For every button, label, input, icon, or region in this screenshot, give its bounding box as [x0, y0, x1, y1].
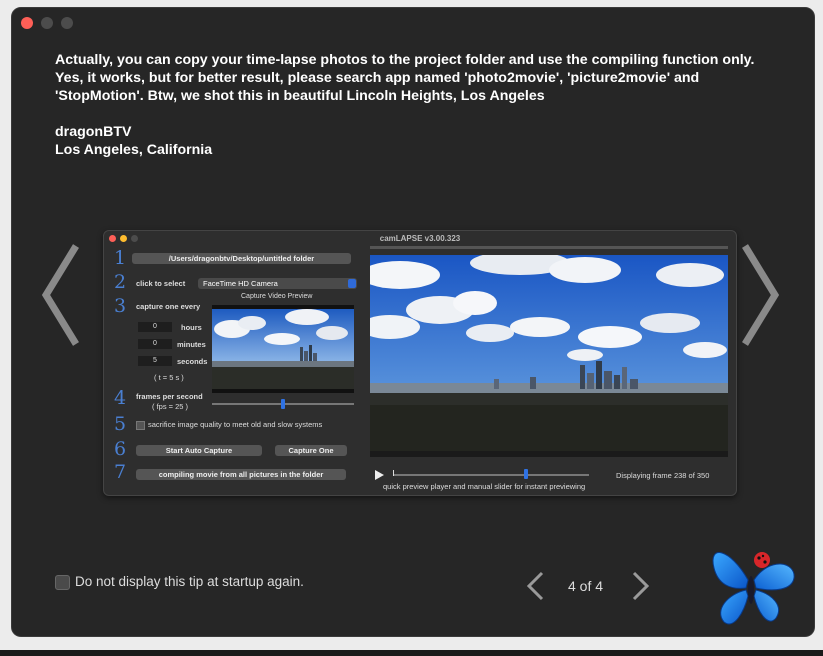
close-window-button[interactable]: [21, 17, 33, 29]
zoom-window-button[interactable]: [61, 17, 73, 29]
step-number: 3: [114, 295, 127, 317]
start-auto-capture-button[interactable]: Start Auto Capture: [136, 445, 262, 456]
tip-window: Actually, you can copy your time-lapse p…: [11, 7, 815, 637]
sacrifice-quality-checkbox[interactable]: [136, 421, 145, 430]
seconds-input[interactable]: 5: [138, 356, 172, 366]
camera-select[interactable]: FaceTime HD Camera: [198, 278, 357, 289]
step-number: 2: [114, 271, 127, 293]
tip-location: Los Angeles, California: [55, 142, 213, 158]
click-to-select-label: click to select: [136, 279, 186, 288]
compile-movie-button[interactable]: compiling movie from all pictures in the…: [136, 469, 346, 480]
desktop-edge: [0, 650, 823, 656]
screenshot-title: camLAPSE v3.00.323: [379, 234, 461, 243]
hours-label: hours: [181, 323, 202, 332]
step-number: 5: [114, 413, 127, 435]
next-page-chevron-icon[interactable]: [629, 570, 651, 602]
folder-path-button[interactable]: /Users/dragonbtv/Desktop/untitled folder: [132, 253, 351, 264]
previous-tip-chevron-icon[interactable]: [40, 240, 84, 350]
minutes-label: minutes: [177, 340, 206, 349]
dont-show-again-label: Do not display this tip at startup again…: [75, 574, 304, 589]
previous-page-chevron-icon[interactable]: [525, 570, 547, 602]
frame-counter: Displaying frame 238 of 350: [616, 471, 710, 480]
play-icon[interactable]: [375, 470, 384, 480]
camera-select-value: FaceTime HD Camera: [203, 279, 278, 288]
tip-paragraph: Actually, you can copy your time-lapse p…: [55, 52, 755, 104]
step-number: 7: [114, 461, 127, 483]
capture-one-button[interactable]: Capture One: [275, 445, 347, 456]
capture-video-preview: [212, 305, 354, 393]
chevron-updown-icon: [348, 279, 356, 288]
fps-slider-knob[interactable]: [281, 399, 285, 409]
player-slider-start-tick: [393, 470, 394, 476]
capture-every-label: capture one every: [136, 302, 201, 311]
step-number: 1: [114, 247, 127, 269]
interval-label: ( t = 5 s ): [154, 373, 184, 382]
app-screenshot: camLAPSE v3.00.323 1 2 3 4 5 6 7 /Users/…: [103, 230, 737, 496]
sacrifice-quality-label: sacrifice image quality to meet old and …: [148, 420, 323, 429]
fps-label: frames per second: [136, 392, 203, 401]
signature: dragonBTV Los Angeles, California: [55, 123, 212, 159]
minutes-input[interactable]: 0: [138, 339, 172, 349]
player-slider-track[interactable]: [393, 474, 589, 476]
step-number: 4: [114, 387, 127, 409]
preview-progress-bar: [370, 246, 728, 249]
step-number: 6: [114, 438, 127, 460]
player-caption: quick preview player and manual slider f…: [383, 482, 586, 491]
seconds-label: seconds: [177, 357, 208, 366]
minimize-window-button[interactable]: [41, 17, 53, 29]
page-indicator: 4 of 4: [568, 578, 604, 594]
butterfly-logo-icon: [712, 552, 795, 625]
fps-value: ( fps = 25 ): [152, 402, 189, 411]
tip-text: Actually, you can copy your time-lapse p…: [55, 51, 775, 105]
player-slider-knob[interactable]: [524, 469, 529, 479]
tip-author: dragonBTV: [55, 124, 132, 140]
capture-preview-label: Capture Video Preview: [241, 293, 313, 300]
next-tip-chevron-icon[interactable]: [737, 240, 781, 350]
movie-preview-image: [370, 255, 728, 457]
dont-show-again-checkbox[interactable]: [55, 575, 70, 590]
hours-input[interactable]: 0: [138, 322, 172, 332]
